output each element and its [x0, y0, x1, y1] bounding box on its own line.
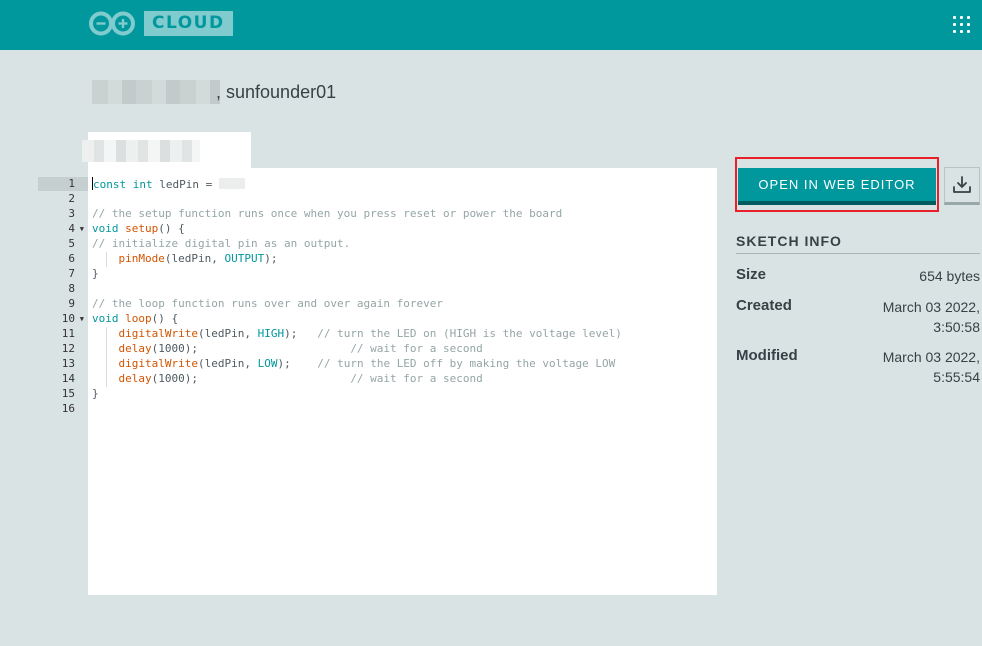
line-number: 14: [38, 372, 88, 387]
modified-value: March 03 2022, 5:55:54: [883, 347, 980, 387]
line-number-text: 12: [61, 342, 75, 355]
arduino-infinity-logo-icon: [89, 11, 135, 36]
line-number: 2: [38, 192, 88, 207]
code-line[interactable]: delay(1000); // wait for a second: [92, 372, 622, 387]
code-line[interactable]: // the setup function runs once when you…: [92, 207, 622, 222]
download-button[interactable]: [944, 167, 980, 205]
created-date: March 03 2022,: [882, 299, 980, 315]
created-value: March 03 2022, 3:50:58: [883, 297, 980, 337]
line-number-text: 6: [68, 252, 75, 265]
modified-date: March 03 2022,: [882, 349, 980, 365]
line-number: 5: [38, 237, 88, 252]
line-number-text: 14: [61, 372, 75, 385]
line-number-text: 16: [61, 402, 75, 415]
line-number-text: 5: [68, 237, 75, 250]
line-number: 6: [38, 252, 88, 267]
apps-grid-icon[interactable]: [953, 16, 971, 34]
top-bar: CLOUD: [0, 0, 982, 50]
line-number: 10 ▼: [38, 312, 88, 327]
sketch-owner[interactable]: , sunfounder01: [216, 82, 336, 103]
line-number-text: 13: [61, 357, 75, 370]
line-number-text: 4: [68, 222, 75, 235]
line-number: 1: [38, 177, 88, 192]
cloud-badge: CLOUD: [144, 11, 233, 36]
line-number: 16: [38, 402, 88, 417]
line-number: 12: [38, 342, 88, 357]
code-line[interactable]: [92, 402, 622, 417]
created-label: Created: [736, 297, 792, 314]
code-line[interactable]: void loop() {: [92, 312, 622, 327]
code-line[interactable]: digitalWrite(ledPin, LOW); // turn the L…: [92, 357, 622, 372]
line-number: 8: [38, 282, 88, 297]
line-number: 7: [38, 267, 88, 282]
fold-arrow-icon[interactable]: ▼: [80, 222, 84, 236]
code-line[interactable]: }: [92, 267, 622, 282]
line-number-text: 1: [68, 177, 75, 190]
divider: [736, 253, 980, 254]
code-line[interactable]: pinMode(ledPin, OUTPUT);: [92, 252, 622, 267]
line-number-text: 3: [68, 207, 75, 220]
code-line[interactable]: void setup() {: [92, 222, 622, 237]
size-label: Size: [736, 266, 767, 283]
sketch-info-heading: SKETCH INFO: [736, 233, 842, 249]
code-line[interactable]: digitalWrite(ledPin, HIGH); // turn the …: [92, 327, 622, 342]
code-line[interactable]: delay(1000); // wait for a second: [92, 342, 622, 357]
code-content[interactable]: const int ledPin = // the setup function…: [92, 177, 622, 417]
line-number-text: 2: [68, 192, 75, 205]
modified-label: Modified: [736, 347, 798, 364]
created-time: 3:50:58: [933, 319, 980, 335]
line-number-gutter: 1 2 3 4 ▼ 5 6 7 8 9 10 ▼ 11 12 13 14 15 16: [38, 177, 88, 417]
line-number-text: 15: [61, 387, 75, 400]
modified-time: 5:55:54: [933, 369, 980, 385]
code-line[interactable]: [92, 192, 622, 207]
code-line[interactable]: }: [92, 387, 622, 402]
line-number: 15: [38, 387, 88, 402]
line-number-text: 10: [61, 312, 75, 325]
line-number: 4 ▼: [38, 222, 88, 237]
line-number-text: 7: [68, 267, 75, 280]
owner-prefix-redacted: [92, 80, 220, 104]
download-icon: [953, 176, 971, 193]
size-value: 654 bytes: [919, 268, 980, 284]
code-line[interactable]: // the loop function runs over and over …: [92, 297, 622, 312]
code-line[interactable]: // initialize digital pin as an output.: [92, 237, 622, 252]
line-number: 3: [38, 207, 88, 222]
sketch-owner-name: sunfounder01: [226, 82, 337, 102]
fold-arrow-icon[interactable]: ▼: [80, 312, 84, 326]
sketch-title-redacted: [82, 140, 200, 162]
arduino-cloud-logo[interactable]: CLOUD: [88, 10, 233, 37]
open-in-web-editor-button[interactable]: OPEN IN WEB EDITOR: [738, 168, 936, 205]
code-line[interactable]: [92, 282, 622, 297]
line-number: 11: [38, 327, 88, 342]
code-line[interactable]: const int ledPin =: [92, 177, 622, 192]
line-number: 9: [38, 297, 88, 312]
line-number-text: 11: [61, 327, 75, 340]
line-number: 13: [38, 357, 88, 372]
line-number-text: 9: [68, 297, 75, 310]
line-number-text: 8: [68, 282, 75, 295]
